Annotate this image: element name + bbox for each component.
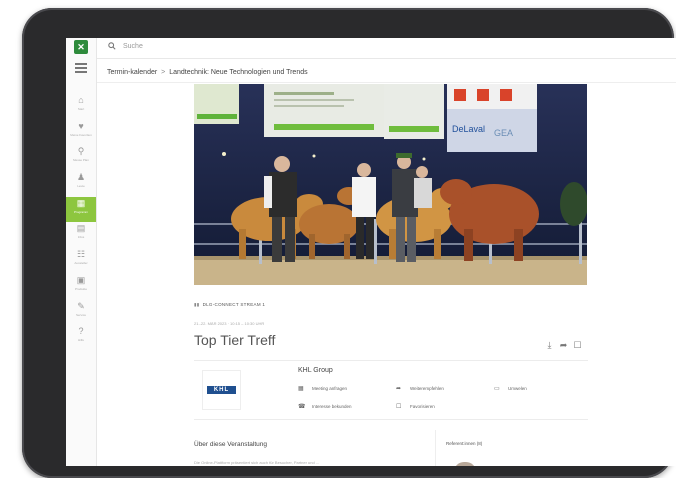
bookmark-icon[interactable]: ☐ <box>572 340 583 351</box>
organizer-name[interactable]: KHL Group <box>298 367 333 374</box>
sidebar-item-label: Service <box>75 312 86 317</box>
event-date: 21.-22. MÄR 2023 · 10:15 – 10:30 UHR <box>194 321 265 326</box>
bookmark-icon: ☐ <box>396 404 402 410</box>
breadcrumb-separator: > <box>161 69 166 76</box>
sidebar-item-icon: ♟ <box>76 172 86 183</box>
app-logo[interactable]: ✕ <box>74 40 88 54</box>
download-icon[interactable]: ⤓ <box>544 340 555 351</box>
sidebar-item-icon: ⌂ <box>78 95 84 105</box>
sidebar: ✕ ⌂ Start ♥ Meine Favoriten ⚲ Messe Plan ♟ Leut… <box>66 38 97 466</box>
sidebar-item-icon: ▤ <box>76 223 86 234</box>
calendar-icon: ▦ <box>298 386 304 392</box>
card-icon: ▭ <box>494 386 500 392</box>
speakers-panel: Referent:innen (8) <box>435 430 589 466</box>
sidebar-item-label: Meine Favoriten <box>70 132 92 137</box>
organizer-logo-box[interactable]: KHL <box>202 370 241 410</box>
breadcrumb: Termin-kalender > Landtechnik: Neue Tech… <box>107 69 308 76</box>
sidebar-item-label: Leute <box>77 184 85 189</box>
sidebar-item[interactable]: ⌂ Start <box>66 94 96 120</box>
meeting-request-label: Meeting anfragen <box>312 386 348 391</box>
interest-label: Interesse bekunden <box>312 404 352 409</box>
sidebar-item[interactable]: ▦ Programm <box>66 196 96 223</box>
sidebar-item[interactable]: ♥ Meine Favoriten <box>66 120 96 146</box>
organizer-logo: KHL <box>207 386 236 394</box>
share-icon: ➦ <box>396 386 402 392</box>
tablet-frame: ✕ ⌂ Start ♥ Meine Favoriten ⚲ Messe Plan ♟ Leut… <box>22 8 676 478</box>
sidebar-item-label: Programm <box>73 209 88 214</box>
favorite-label: Favorisieren <box>410 404 435 409</box>
hero-screen-text-1: DeLaval <box>452 124 485 134</box>
sidebar-item-label: Messe Plan <box>73 158 89 163</box>
event-title: Top Tier Treff <box>194 332 276 348</box>
about-heading: Über diese Veranstaltung <box>194 441 267 448</box>
sidebar-item-icon: ☷ <box>76 249 86 260</box>
sidebar-item[interactable]: ⚲ Messe Plan <box>66 145 96 171</box>
sidebar-item[interactable]: ☷ Aussteller <box>66 248 96 274</box>
sidebar-item-icon: ▣ <box>76 274 86 285</box>
interest-button[interactable]: ☎ Interesse bekunden <box>298 403 352 410</box>
event-hero-image: DeLaval GEA <box>194 84 587 285</box>
card-button[interactable]: ▭ Umwelen <box>494 385 527 392</box>
breadcrumb-parent-link[interactable]: Termin-kalender <box>107 69 157 76</box>
menu-icon[interactable] <box>75 63 87 73</box>
sidebar-item[interactable]: ? Hilfe <box>66 325 96 351</box>
stream-icon: ▮▮ <box>194 302 200 307</box>
sidebar-item[interactable]: ▤ Infos <box>66 222 96 248</box>
sidebar-item[interactable]: ✎ Service <box>66 300 96 326</box>
sidebar-item-icon: ✎ <box>77 300 85 311</box>
search-icon[interactable] <box>108 42 116 50</box>
sidebar-nav: ⌂ Start ♥ Meine Favoriten ⚲ Messe Plan ♟ Leute ▦… <box>66 94 96 351</box>
meeting-request-button[interactable]: ▦ Meeting anfragen <box>298 385 347 392</box>
sidebar-item-icon: ⚲ <box>77 146 85 157</box>
sidebar-item-label: Produkte <box>74 286 87 291</box>
app-screen: ✕ ⌂ Start ♥ Meine Favoriten ⚲ Messe Plan ♟ Leut… <box>66 38 676 466</box>
hero-illustration: DeLaval GEA <box>194 84 587 285</box>
sidebar-item-icon: ▦ <box>76 197 86 208</box>
sidebar-item-label: Infos <box>77 235 85 240</box>
hero-screen-text-2: GEA <box>494 128 513 138</box>
recommend-button[interactable]: ➦ Weiterempfehlen <box>396 385 444 392</box>
organizer-card: KHL KHL Group ▦ Meeting anfragen ➦ Weitere… <box>194 360 588 420</box>
search-input[interactable]: Suche <box>123 43 143 50</box>
breadcrumb-current: Landtechnik: Neue Technologien und Trend… <box>169 69 308 76</box>
event-category-label: DLG-CONNECT STREAM 1 <box>202 302 266 307</box>
sidebar-item[interactable]: ♟ Leute <box>66 171 96 197</box>
sidebar-item-icon: ♥ <box>78 120 84 131</box>
phone-icon: ☎ <box>298 404 306 410</box>
sidebar-item-icon: ? <box>78 326 84 337</box>
share-icon[interactable]: ➦ <box>558 340 569 351</box>
speakers-heading: Referent:innen (8) <box>446 441 483 446</box>
divider <box>97 82 676 83</box>
recommend-label: Weiterempfehlen <box>410 386 444 391</box>
card-label: Umwelen <box>508 386 527 391</box>
sidebar-item[interactable]: ▣ Produkte <box>66 274 96 300</box>
top-bar: Suche <box>97 38 676 59</box>
sidebar-item-label: Aussteller <box>74 261 88 266</box>
sidebar-item-label: Start <box>77 107 85 111</box>
event-actions: ⤓ ➦ ☐ <box>544 335 590 350</box>
sidebar-item-label: Hilfe <box>77 338 84 343</box>
speaker-avatar[interactable] <box>454 462 476 466</box>
favorite-button[interactable]: ☐ Favorisieren <box>396 403 435 410</box>
event-category: ▮▮ DLG-CONNECT STREAM 1 <box>194 302 265 308</box>
about-text: Die Online-Plattform präsentiert sich au… <box>194 460 320 465</box>
